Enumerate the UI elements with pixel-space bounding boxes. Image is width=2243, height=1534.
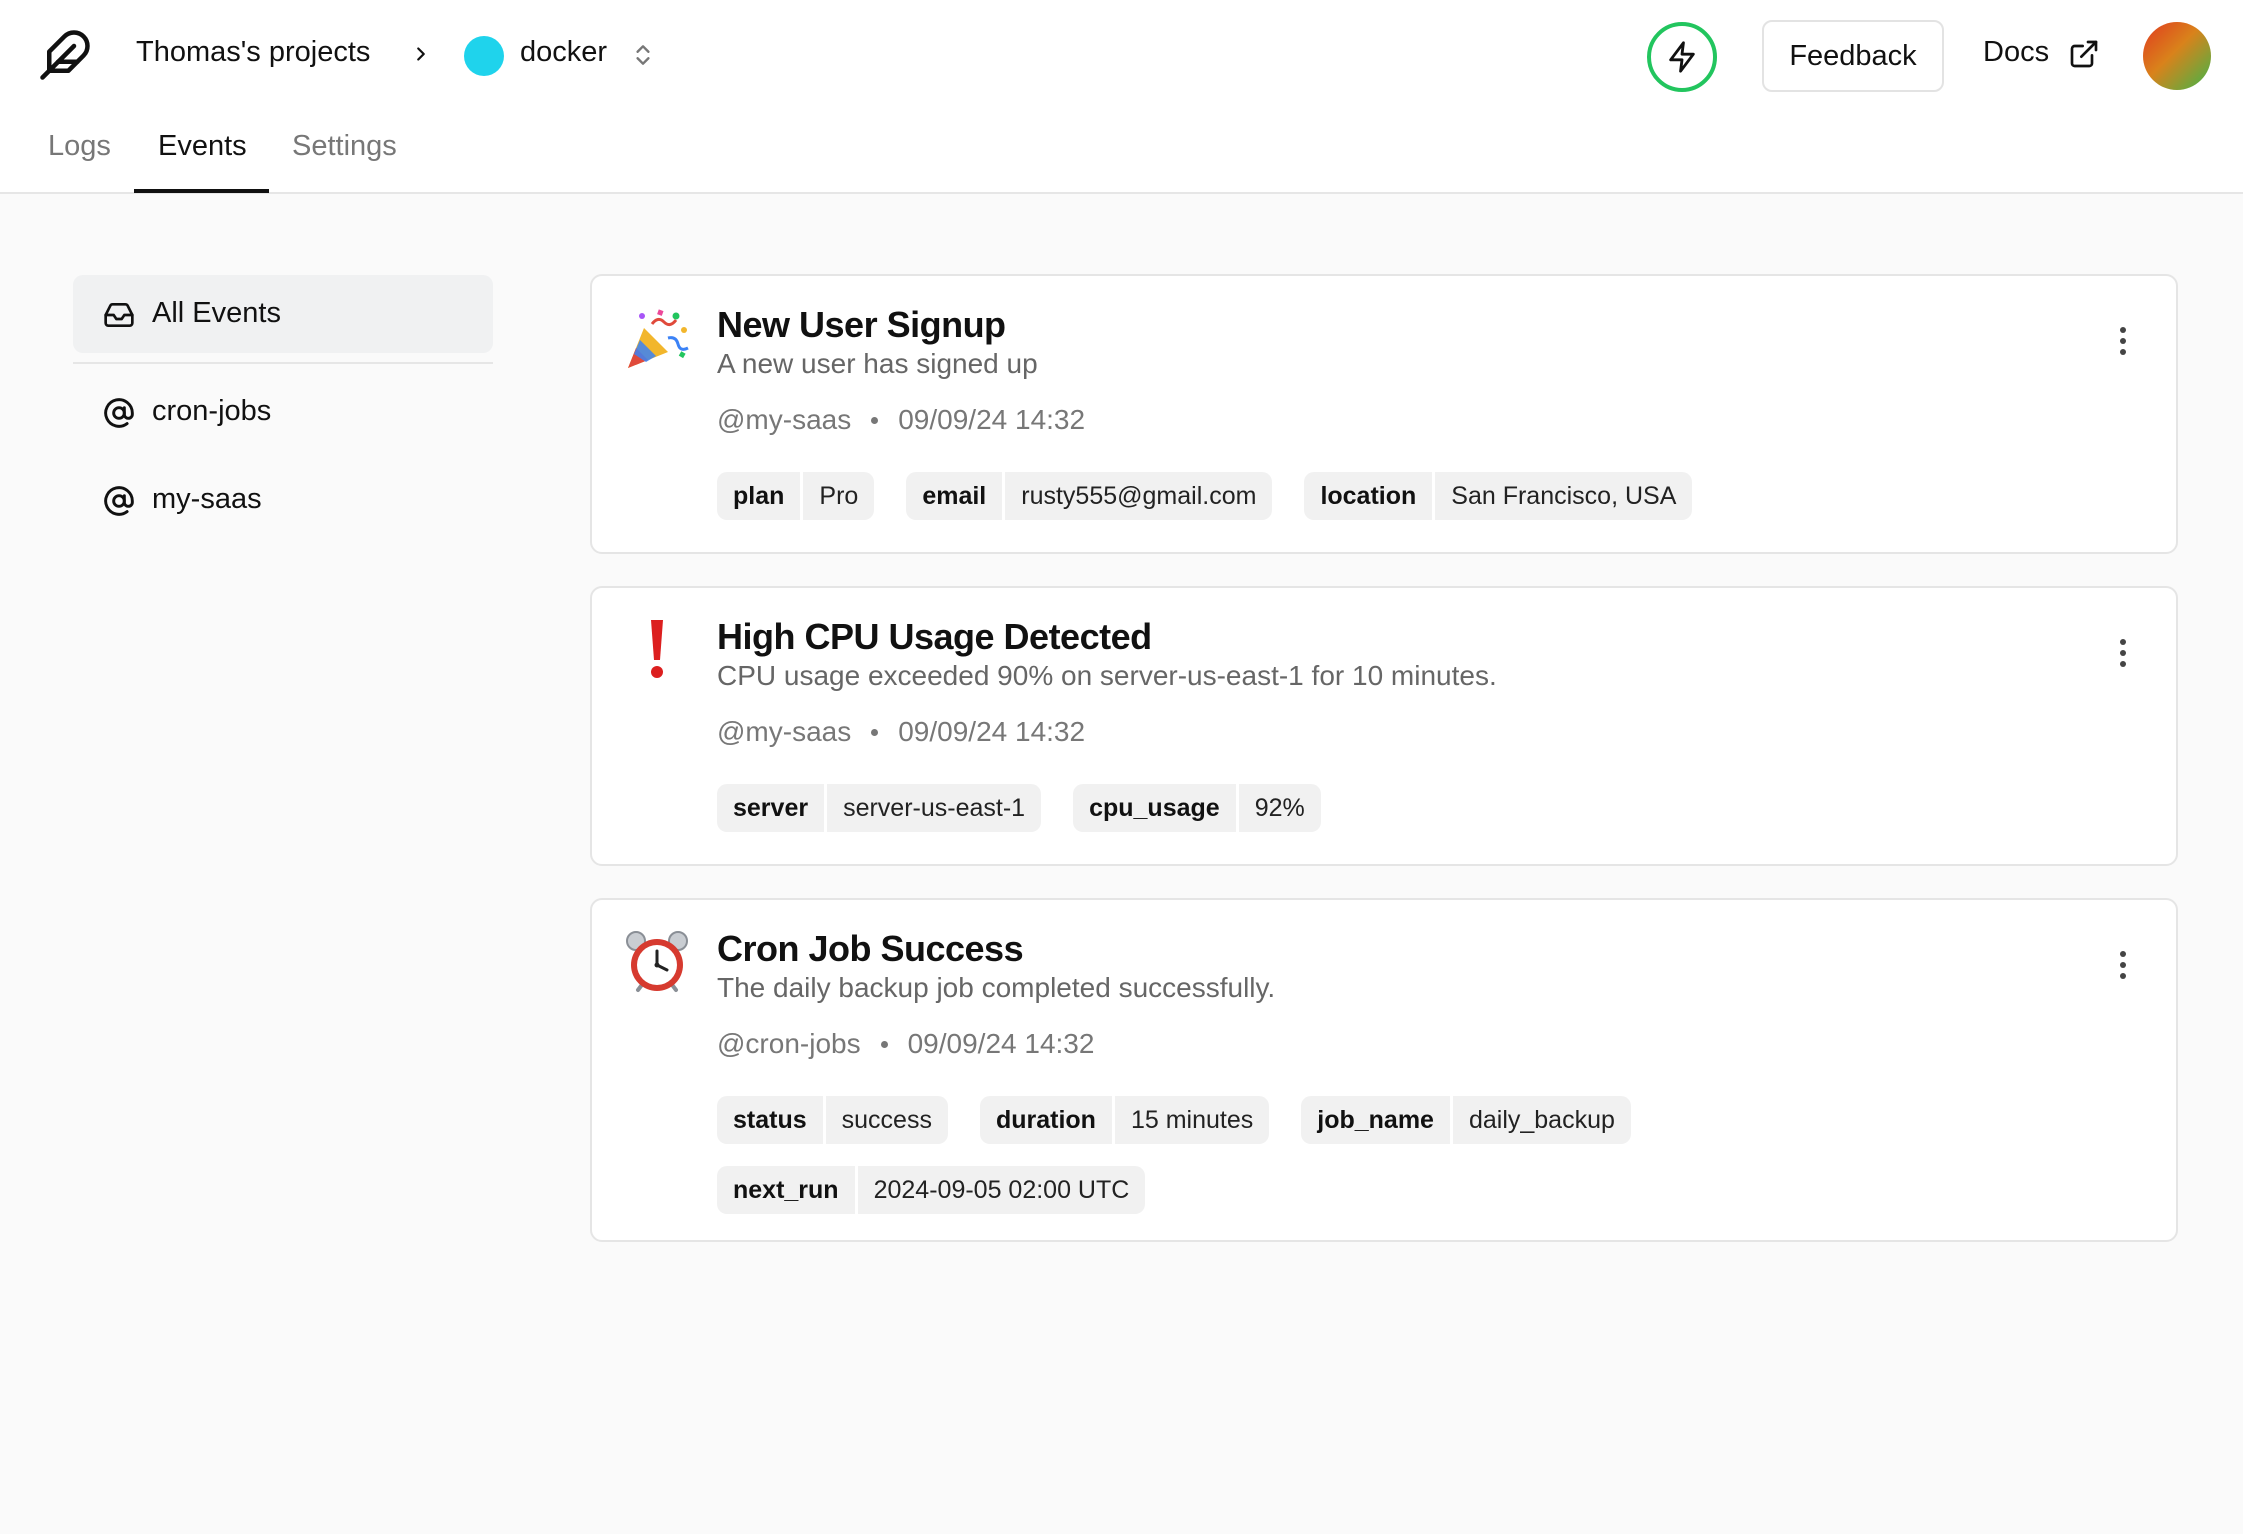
exclamation-icon [651,620,663,678]
sidebar-divider [73,362,493,364]
app-header: Thomas's projects docker Feedback Docs L… [0,0,2243,194]
party-popper-icon [628,309,689,368]
tag-key: status [717,1096,826,1144]
tag-value: 15 minutes [1130,1105,1254,1134]
top-bar: Thomas's projects docker Feedback Docs [0,0,2243,112]
tag-key: next_run [717,1166,858,1214]
tab-events[interactable]: Events [158,130,247,163]
tab-logs[interactable]: Logs [48,130,111,163]
tag-cpu-usage: cpu_usage 92% [1073,784,1321,832]
lightning-bolt-icon [1669,41,1695,73]
sidebar-item-my-saas[interactable]: my-saas [73,461,493,539]
event-card-new-user-signup[interactable]: New User Signup A new user has signed up… [590,274,2178,554]
event-channel[interactable]: @my-saas [717,716,851,748]
event-timestamp: 09/09/24 14:32 [898,716,1086,747]
alarm-clock-icon [626,931,688,992]
tag-duration: duration 15 minutes [979,1096,1270,1144]
event-tags: status success duration 15 minutes job_nam… [717,1096,1737,1214]
breadcrumb-project[interactable]: Thomas's projects [136,36,370,69]
bolt-button[interactable] [1647,22,1717,92]
tag-value: Pro [819,481,859,510]
tag-plan: plan Pro [717,472,875,520]
tag-job-name: job_name daily_backup [1301,1096,1631,1144]
tag-key: location [1304,472,1436,520]
event-title: New User Signup [717,304,1006,345]
feedback-button[interactable]: Feedback [1762,20,1944,92]
tag-next-run: next_run 2024-09-05 02:00 UTC [717,1166,1146,1214]
active-tab-indicator [134,189,269,193]
sidebar-item-label: my-saas [152,483,262,515]
tab-settings[interactable]: Settings [292,130,397,163]
tag-location: location San Francisco, USA [1304,472,1693,520]
selected-project-name[interactable]: docker [520,36,607,69]
event-card-cron-job-success[interactable]: Cron Job Success The daily backup job co… [590,898,2178,1242]
sidebar-item-label: cron-jobs [152,395,272,427]
tag-email: email rusty555@gmail.com [906,472,1273,520]
at-icon [104,486,134,516]
event-meta: @my-saas 09/09/24 14:32 [717,404,1085,436]
tag-status: status success [717,1096,948,1144]
separator-dot [880,1040,888,1048]
event-meta: @cron-jobs 09/09/24 14:32 [717,1028,1094,1060]
tag-value: daily_backup [1468,1105,1615,1134]
tag-key: duration [980,1096,1115,1144]
tag-value: 2024-09-05 02:00 UTC [873,1175,1130,1204]
sidebar-item-label: All Events [152,297,281,329]
tag-value: San Francisco, USA [1451,481,1677,510]
tag-value: server-us-east-1 [843,793,1026,822]
more-vertical-icon[interactable] [2118,950,2128,980]
tag-value: 92% [1254,793,1305,822]
event-card-high-cpu-usage[interactable]: High CPU Usage Detected CPU usage exceed… [590,586,2178,866]
external-link-icon[interactable] [2068,38,2100,70]
event-tags: plan Pro email rusty555@gmail.com location… [717,472,2117,520]
sidebar-item-all-events[interactable]: All Events [73,275,493,353]
more-vertical-icon[interactable] [2118,638,2128,668]
separator-dot [871,416,879,424]
docs-link[interactable]: Docs [1983,36,2049,69]
event-timestamp: 09/09/24 14:32 [907,1028,1095,1059]
event-description: A new user has signed up [717,348,1038,379]
chevrons-up-down-icon[interactable] [630,38,656,72]
feather-logo-icon[interactable] [38,28,92,82]
tag-key: server [717,784,828,832]
event-title: Cron Job Success [717,928,1024,969]
tag-value: success [841,1105,932,1134]
event-tags: server server-us-east-1 cpu_usage 92% [717,784,2117,832]
user-avatar[interactable] [2143,22,2211,90]
tag-key: job_name [1301,1096,1453,1144]
tag-value: rusty555@gmail.com [1021,481,1257,510]
event-timestamp: 09/09/24 14:32 [898,404,1086,435]
separator-dot [871,728,879,736]
chevron-right-icon [417,47,425,61]
inbox-icon [104,303,134,327]
event-channel[interactable]: @my-saas [717,404,851,436]
event-title: High CPU Usage Detected [717,616,1152,657]
more-vertical-icon[interactable] [2118,326,2128,356]
tag-key: email [906,472,1006,520]
event-description: CPU usage exceeded 90% on server-us-east… [717,660,1497,691]
at-icon [104,398,134,428]
tag-key: cpu_usage [1073,784,1239,832]
sidebar-item-cron-jobs[interactable]: cron-jobs [73,373,493,451]
tag-server: server server-us-east-1 [717,784,1042,832]
event-meta: @my-saas 09/09/24 14:32 [717,716,1085,748]
project-color-dot [464,36,504,76]
event-channel[interactable]: @cron-jobs [717,1028,861,1060]
tag-key: plan [717,472,804,520]
event-description: The daily backup job completed successfu… [717,972,1276,1003]
